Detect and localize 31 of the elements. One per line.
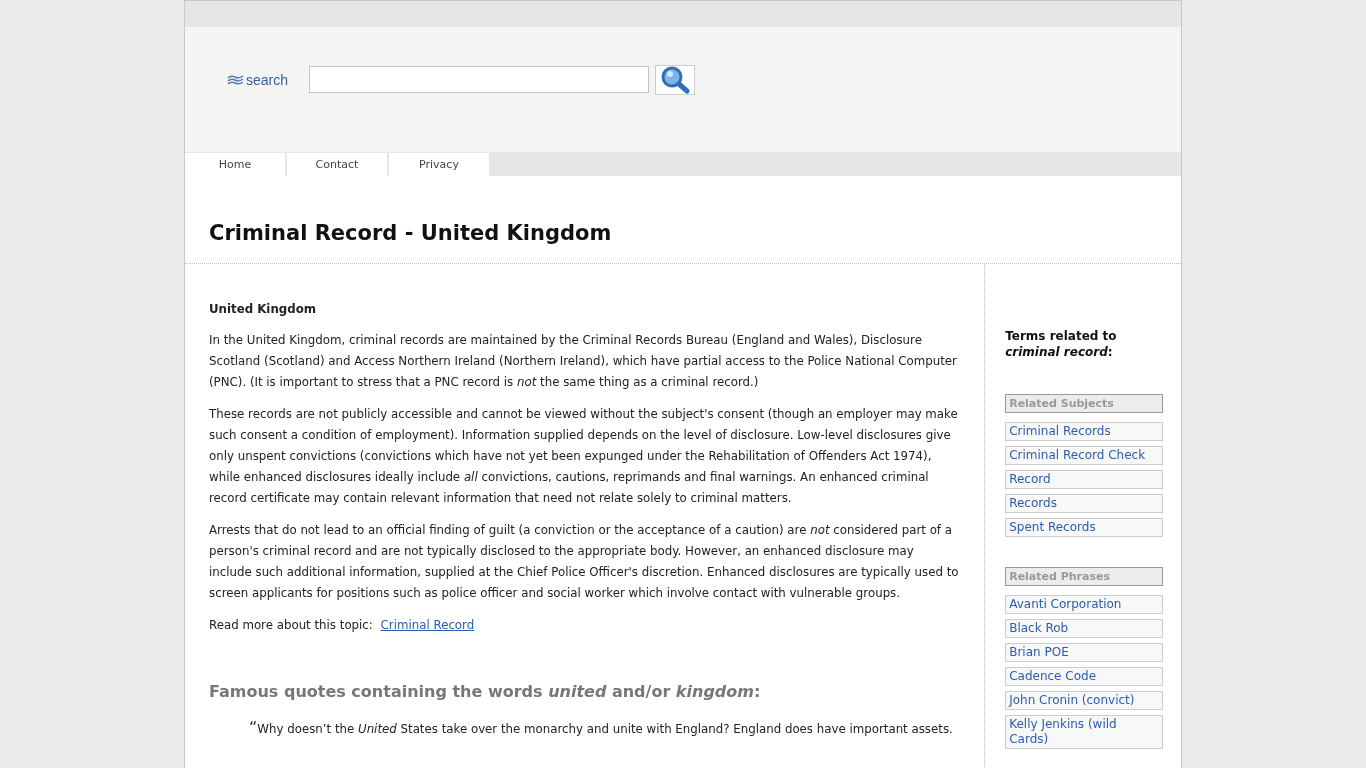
search-field[interactable] [309, 66, 649, 93]
related-link[interactable]: John Cronin (convict) [1005, 691, 1163, 710]
nav-tab[interactable]: Home [185, 153, 285, 176]
related-link[interactable]: Spent Records [1005, 518, 1163, 537]
waves-icon [227, 74, 244, 85]
related-link[interactable]: Avanti Corporation [1005, 595, 1163, 614]
related-link[interactable]: Record [1005, 470, 1163, 489]
nav-tab[interactable]: Contact [287, 153, 387, 176]
search-label: search [227, 71, 307, 88]
section-title: Related Phrases [1005, 567, 1163, 586]
nav-tab[interactable]: Privacy [389, 153, 489, 176]
section-heading: United Kingdom [209, 302, 318, 316]
criminal-record-link[interactable]: Criminal Record [380, 618, 475, 632]
related-link[interactable]: Brian POE [1005, 643, 1163, 662]
quote-text: Why doesn’t the United States take over the monarchy and unite with England? England does have important assets. [257, 722, 953, 736]
related-link[interactable]: Criminal Record Check [1005, 446, 1163, 465]
paragraph: These records are not publicly accessible and cannot be viewed without the subject's consent (though an employer may make such consent a condition of employment). Information supplied depends on the level of disclosure. Low-level disclosures give only unspent convictions (convictions which have not yet been expunged under the Rehabilitation of Offenders Act 1974), while enhanced disclosures ideally include all convictions, cautions, reprimands and final warnings. An enhanced criminal record certificate may contain relevant information that need not relate solely to criminal matters. [209, 406, 959, 507]
paragraph: In the United Kingdom, criminal records are maintained by the Criminal Records Bureau (England and Wales), Disclosure Scotland (Scotland) and Access Northern Ireland (Northern Ireland), which have partial access to the Police National Computer (PNC). (It is important to stress that a PNC record is not the same thing as a criminal record.) [209, 332, 958, 391]
paragraph: Arrests that do not lead to an official finding of guilt (a conviction or the acceptance of a caution) are not considered part of a person's criminal record and are not typically disclosed to the appropriate body. However, an enhanced disclosure may include such additional information, supplied at the Chief Police Officer's discretion. Enhanced disclosures are typically used to screen applicants for positions such as police officer and social worker which involve contact with vulnerable groups. [209, 522, 960, 602]
section-title: Related Subjects [1005, 394, 1163, 413]
page-title: Criminal Record - United Kingdom [209, 221, 612, 245]
quotes-heading: Famous quotes containing the words united and/or kingdom: [209, 682, 762, 701]
sidebar-heading: Terms related to criminal record: [1005, 328, 1118, 360]
read-more-label: Read more about this topic: [209, 618, 373, 632]
related-link[interactable]: Records [1005, 494, 1163, 513]
related-link[interactable]: Criminal Records [1005, 422, 1163, 441]
related-link[interactable]: Kelly Jenkins (wild Cards) [1005, 715, 1163, 749]
quote-mark: “ [249, 718, 258, 737]
related-link[interactable]: Cadence Code [1005, 667, 1163, 686]
search-button[interactable] [655, 64, 695, 95]
related-link[interactable]: Black Rob [1005, 619, 1163, 638]
